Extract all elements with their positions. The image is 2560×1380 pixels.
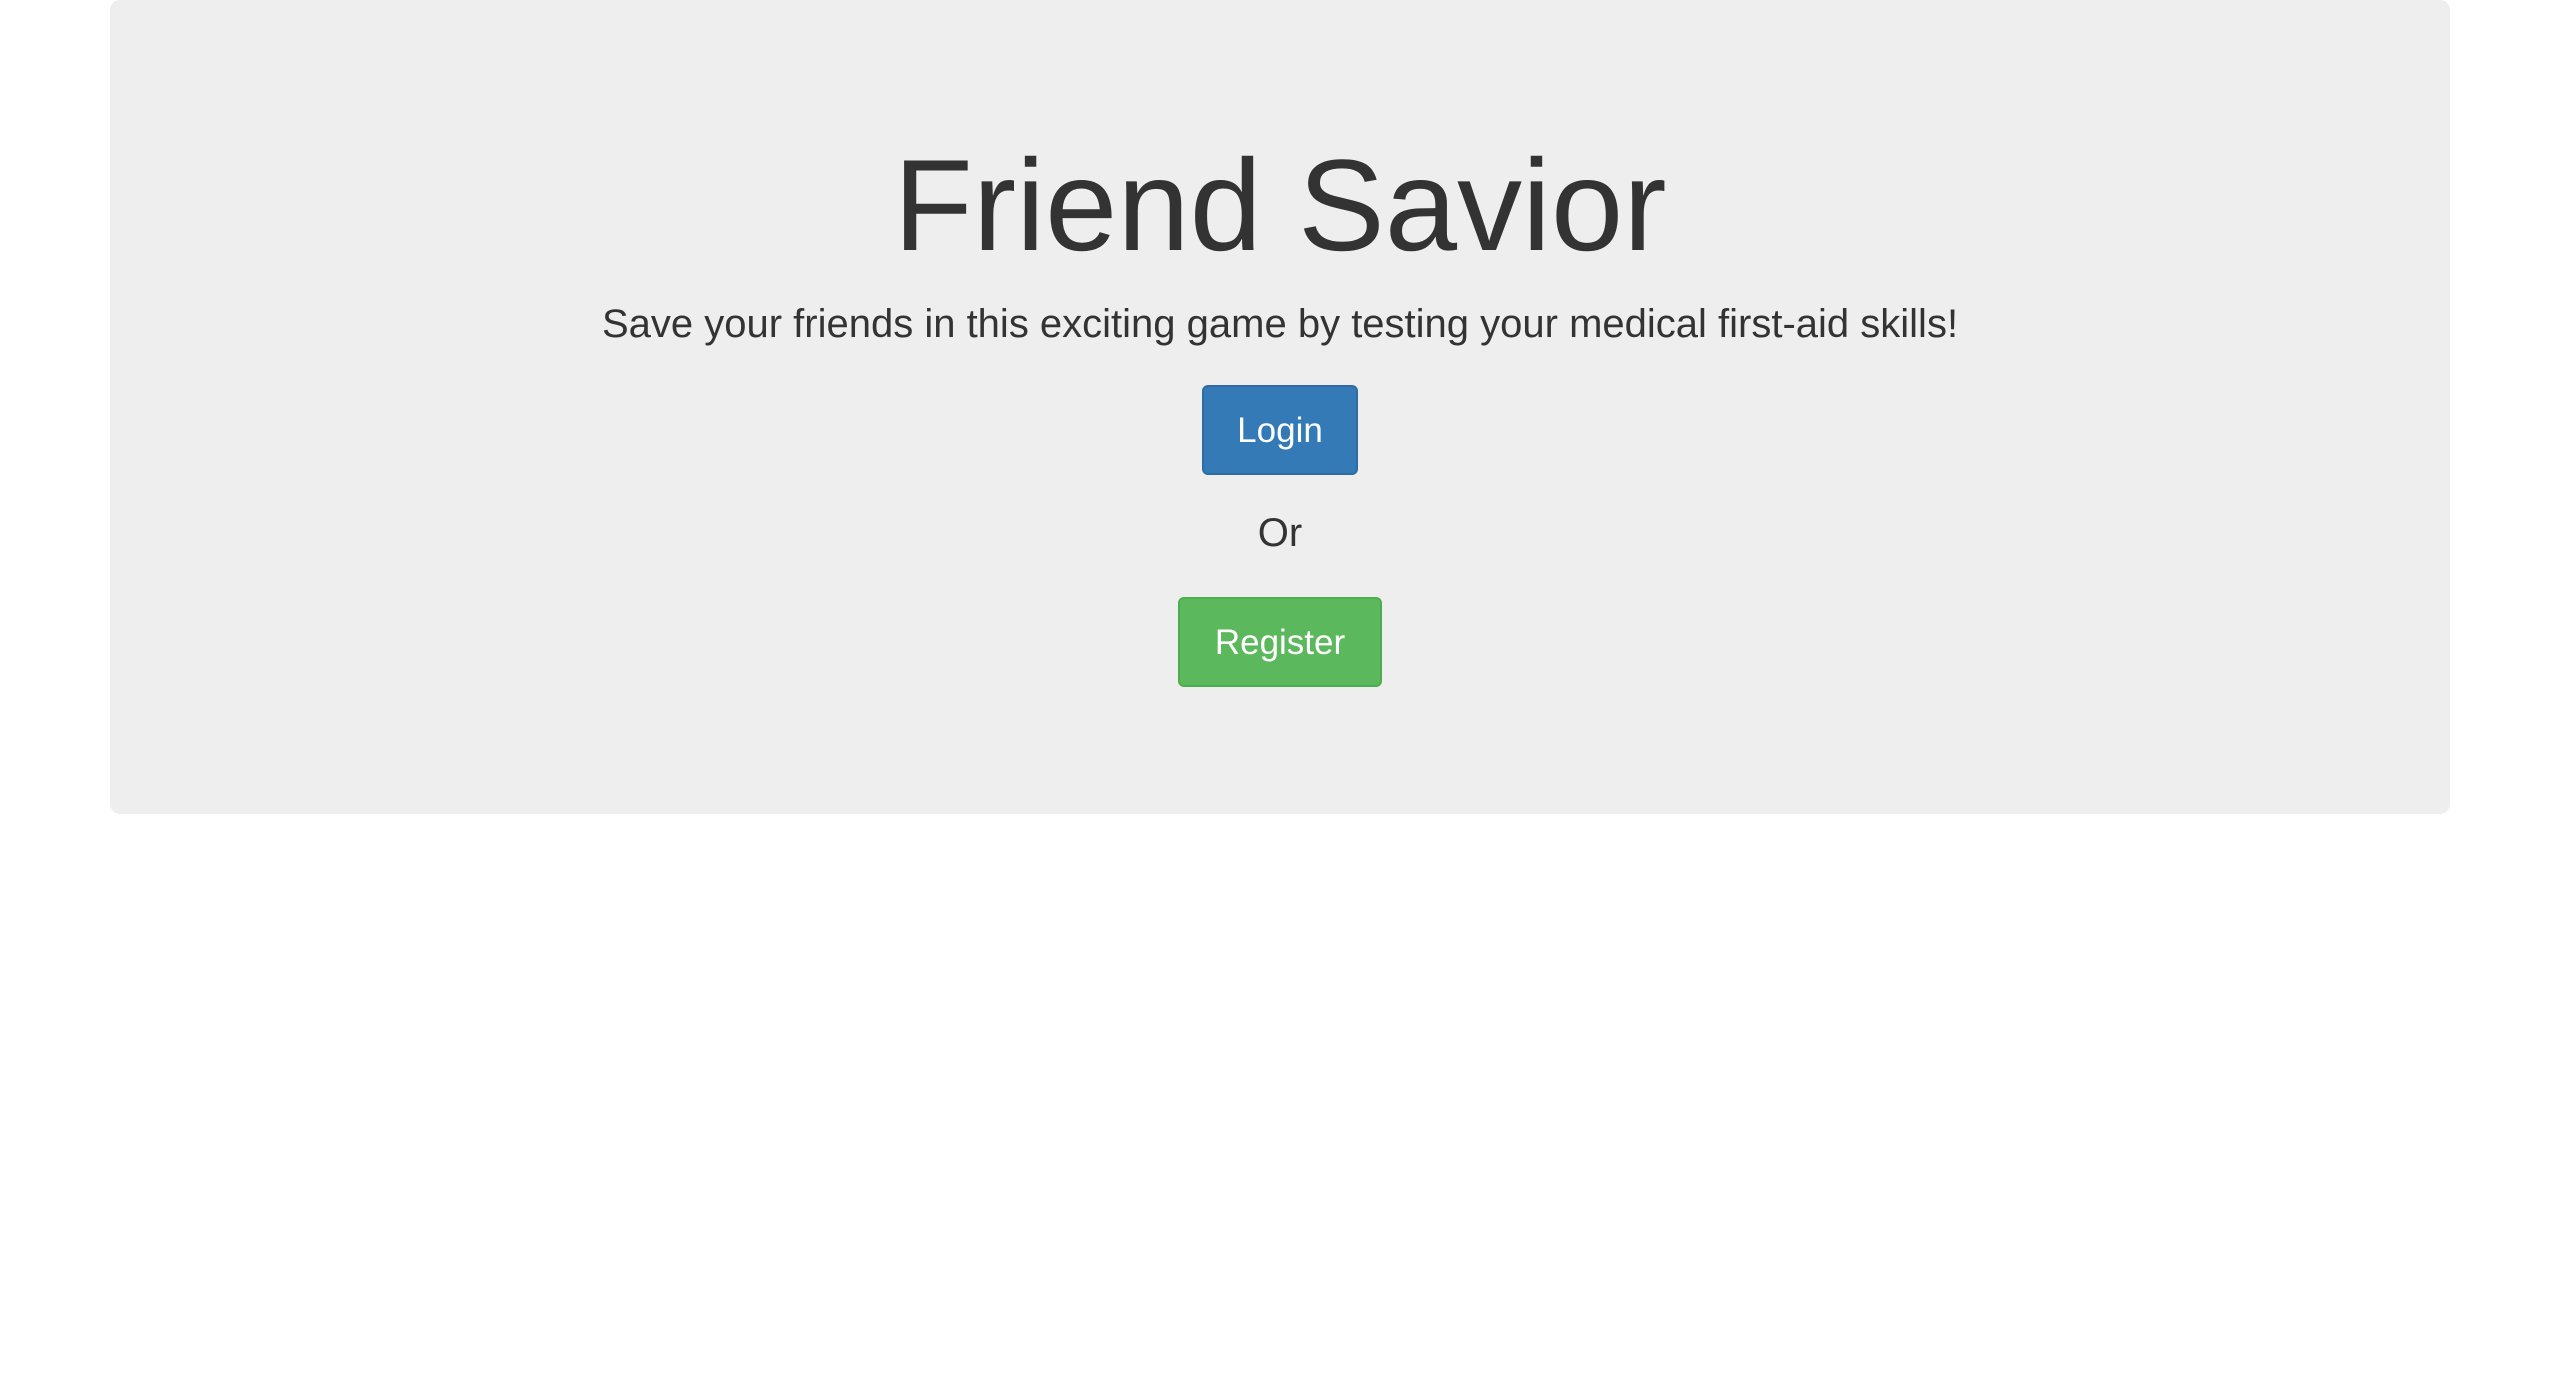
page-title: Friend Savior bbox=[893, 132, 1667, 278]
register-button[interactable]: Register bbox=[1178, 597, 1382, 687]
hero-panel: Friend Savior Save your friends in this … bbox=[110, 0, 2450, 814]
login-button[interactable]: Login bbox=[1202, 385, 1358, 475]
or-separator-text: Or bbox=[1257, 511, 1303, 555]
page-subtitle: Save your friends in this exciting game … bbox=[601, 302, 1959, 346]
